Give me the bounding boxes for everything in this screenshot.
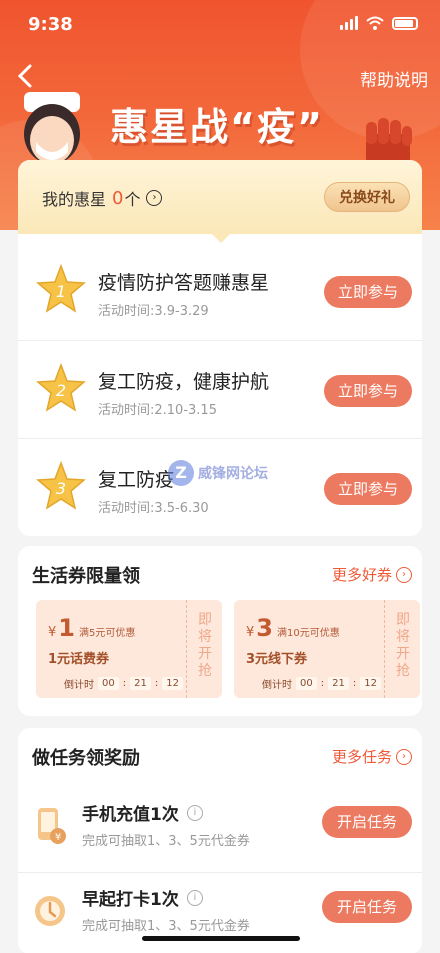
coupon-body[interactable]: ¥ 1 满5元可优惠 1元话费券 倒计时 00: 21: 12 — [36, 600, 186, 698]
star-badge-number: 1 — [56, 282, 66, 301]
battery-icon — [392, 16, 418, 30]
signal-icon — [340, 16, 358, 30]
coupon-body[interactable]: ¥ 3 满10元可优惠 3元线下券 倒计时 00: 21: 12 — [234, 600, 384, 698]
arrow-right-circle-icon: › — [396, 748, 412, 765]
status-time: 9:38 — [28, 14, 73, 35]
join-now-button[interactable]: 立即参与 — [324, 473, 412, 505]
chevron-left-icon — [17, 64, 32, 88]
countdown-hours: 00 — [98, 677, 119, 690]
my-stars-unit: 个 — [124, 190, 141, 209]
currency-symbol: ¥ — [48, 625, 57, 640]
task-row: ¥ 手机充值1次 i 完成可抽取1、3、5元代金券 开启任务 — [18, 788, 422, 872]
countdown-label: 倒计时 — [64, 680, 94, 691]
coupon-grab-button[interactable]: 即将开抢 — [186, 600, 222, 698]
watermark-logo-icon: Z — [168, 460, 194, 486]
coupon-countdown: 倒计时 00: 21: 12 — [64, 676, 183, 691]
phone-recharge-icon: ¥ — [38, 808, 66, 844]
arrow-right-circle-icon: › — [146, 190, 163, 206]
task-section: 做任务领奖励 更多任务 › ¥ 手机充值1次 i 完成可抽取1、3、5元代金券 … — [18, 728, 422, 953]
coupon-section: 生活券限量领 更多好券 › ¥ 1 满5元可优惠 1元话费券 倒计时 00: 2… — [18, 546, 422, 716]
status-icons — [340, 16, 418, 30]
task-description: 完成可抽取1、3、5元代金券 — [82, 834, 250, 849]
more-tasks-label: 更多任务 — [331, 748, 392, 766]
status-bar: 9:38 — [0, 0, 440, 48]
activity-title: 复工防疫，健康护航 — [98, 371, 270, 393]
start-task-button[interactable]: 开启任务 — [322, 806, 412, 838]
my-stars-label: 我的惠星 — [42, 190, 107, 209]
countdown-label: 倒计时 — [262, 680, 292, 691]
task-title-group: 手机充值1次 i — [82, 800, 203, 825]
star-badge-number: 2 — [56, 381, 66, 400]
info-icon[interactable]: i — [186, 889, 203, 906]
task-section-title: 做任务领奖励 — [32, 748, 140, 769]
more-coupons-link[interactable]: 更多好券 › — [332, 564, 412, 585]
activity-title: 疫情防护答题赚惠星 — [98, 272, 270, 294]
arrow-right-circle-icon: › — [396, 566, 412, 583]
activity-row[interactable]: 2 复工防疫，健康护航 活动时间:2.10-3.15 立即参与 — [18, 340, 422, 438]
star-badge-icon: 1 — [36, 264, 86, 313]
join-now-button[interactable]: 立即参与 — [324, 375, 412, 407]
star-badge-number: 3 — [56, 479, 66, 498]
coupon-condition: 满10元可优惠 — [276, 628, 340, 639]
task-title-group: 早起打卡1次 i — [82, 885, 203, 910]
help-link[interactable]: 帮助说明 — [360, 66, 428, 91]
currency-symbol: ¥ — [246, 625, 255, 640]
countdown-minutes: 21 — [328, 677, 349, 690]
coupon-amount: ¥ 1 满5元可优惠 — [48, 614, 135, 642]
home-indicator[interactable] — [142, 936, 300, 941]
star-badge-icon: 3 — [36, 461, 86, 510]
coupon-status: 即将开抢 — [198, 612, 212, 679]
coupon-value: 3 — [256, 614, 273, 642]
countdown-seconds: 12 — [162, 677, 183, 690]
svg-text:¥: ¥ — [55, 832, 61, 843]
coupon-card: ¥ 1 满5元可优惠 1元话费券 倒计时 00: 21: 12 即将开抢 — [36, 600, 222, 698]
coupon-grab-button[interactable]: 即将开抢 — [384, 600, 420, 698]
activity-row[interactable]: 3 复工防疫 活动时间:3.5-6.30 立即参与 — [18, 438, 422, 536]
countdown-hours: 00 — [296, 677, 317, 690]
more-tasks-link[interactable]: 更多任务 › — [332, 746, 412, 767]
coupon-value: 1 — [58, 614, 75, 642]
activity-title: 复工防疫 — [98, 469, 175, 491]
coupon-name: 3元线下券 — [246, 652, 308, 667]
coupon-card: ¥ 3 满10元可优惠 3元线下券 倒计时 00: 21: 12 即将开抢 — [234, 600, 420, 698]
my-stars-link[interactable]: 我的惠星 0个 › — [42, 186, 163, 210]
activity-time: 活动时间:3.9-3.29 — [98, 304, 209, 319]
task-title: 手机充值1次 — [82, 805, 179, 825]
countdown-minutes: 21 — [130, 677, 151, 690]
wifi-icon — [366, 16, 384, 30]
task-description: 完成可抽取1、3、5元代金券 — [82, 919, 250, 934]
my-stars-header: 我的惠星 0个 › 兑换好礼 — [18, 160, 422, 243]
info-icon[interactable]: i — [186, 804, 203, 821]
check-in-icon — [35, 896, 65, 926]
countdown-seconds: 12 — [360, 677, 381, 690]
join-now-button[interactable]: 立即参与 — [324, 276, 412, 308]
watermark-text: 威锋网论坛 — [198, 466, 268, 482]
my-stars-count: 0 — [112, 187, 124, 209]
activity-time: 活动时间:3.5-6.30 — [98, 501, 209, 516]
coupon-status: 即将开抢 — [396, 612, 410, 679]
activity-time: 活动时间:2.10-3.15 — [98, 403, 217, 418]
page-title: 惠星战“疫” — [110, 105, 324, 149]
coupon-amount: ¥ 3 满10元可优惠 — [246, 614, 340, 642]
coupon-countdown: 倒计时 00: 21: 12 — [262, 676, 381, 691]
star-badge-icon: 2 — [36, 363, 86, 412]
start-task-button[interactable]: 开启任务 — [322, 891, 412, 923]
coupon-section-title: 生活券限量领 — [32, 566, 140, 587]
forum-watermark: Z 威锋网论坛 — [168, 460, 268, 486]
redeem-gift-button[interactable]: 兑换好礼 — [324, 182, 410, 212]
more-coupons-label: 更多好券 — [331, 566, 392, 584]
coupon-name: 1元话费券 — [48, 652, 110, 667]
activity-row[interactable]: 1 疫情防护答题赚惠星 活动时间:3.9-3.29 立即参与 — [18, 242, 422, 340]
task-title: 早起打卡1次 — [82, 890, 179, 910]
coupon-condition: 满5元可优惠 — [78, 628, 136, 639]
